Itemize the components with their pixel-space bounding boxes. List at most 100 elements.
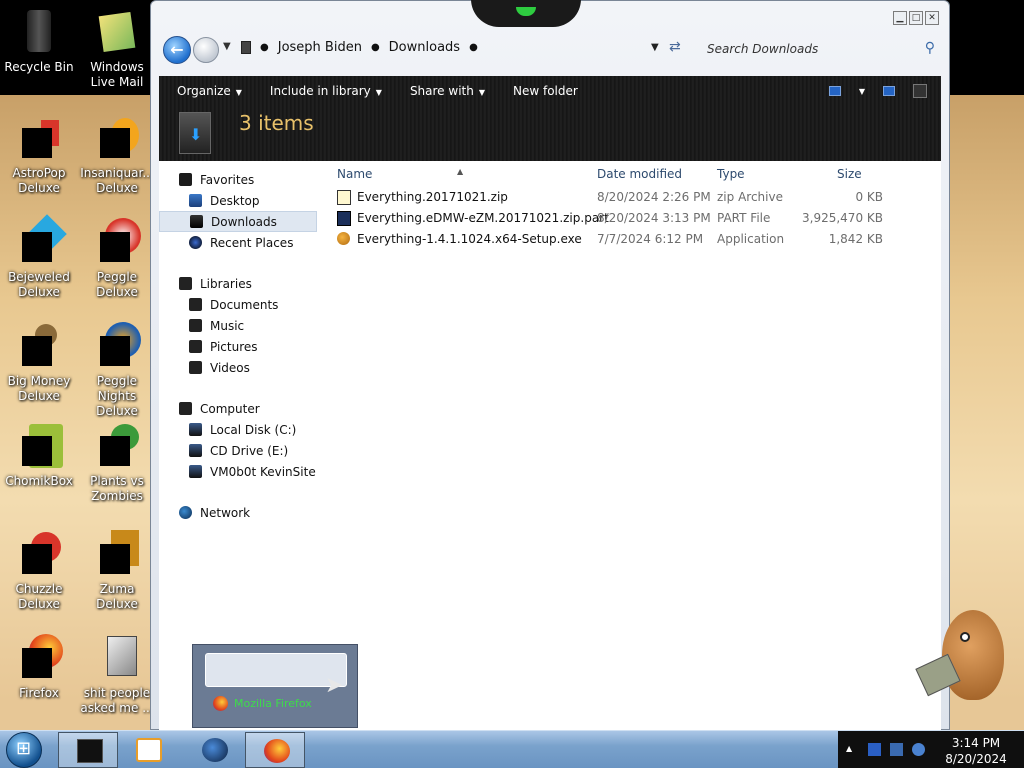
- sidebar-item-computer[interactable]: Computer: [159, 398, 319, 419]
- desktop-icon-plants-vs-zombies[interactable]: Plants vs Zombies: [78, 422, 156, 504]
- file-list: ▲ Name Date modified Type Size Everythin…: [329, 161, 939, 250]
- network-globe-icon: [179, 506, 192, 519]
- sidebar-item-favorites[interactable]: Favorites: [159, 169, 319, 190]
- sidebar-item-network[interactable]: Network: [159, 502, 319, 523]
- desktop-icon-chuzzle[interactable]: Chuzzle Deluxe: [0, 530, 78, 612]
- back-button[interactable]: ←: [163, 36, 191, 64]
- search-input[interactable]: Search Downloads ⚲: [703, 38, 937, 62]
- desktop-icon-bejeweled[interactable]: Bejeweled Deluxe: [0, 214, 78, 300]
- preview-pane-icon[interactable]: [883, 86, 895, 96]
- sidebar-item-desktop[interactable]: Desktop: [159, 190, 319, 211]
- breadcrumb-joseph-biden[interactable]: Joseph Biden: [278, 40, 362, 55]
- column-header-date-modified[interactable]: Date modified: [597, 167, 682, 181]
- sort-indicator-icon: ▲: [457, 167, 464, 176]
- taskbar: ▲ 3:14 PM 8/20/2024: [0, 730, 1024, 768]
- sidebar-item-libraries[interactable]: Libraries: [159, 273, 319, 294]
- sidebar-item-documents[interactable]: Documents: [159, 294, 319, 315]
- downloads-icon: [190, 215, 203, 228]
- taskbar-media-player[interactable]: [118, 732, 178, 768]
- breadcrumb-separator-icon[interactable]: ●: [260, 42, 269, 53]
- taskbar-thumbnail-preview[interactable]: ➤ Mozilla Firefox: [192, 644, 358, 728]
- preview-label: Mozilla Firefox: [234, 697, 312, 710]
- chuzzle-icon: [15, 530, 63, 578]
- organize-button[interactable]: Organize ▼: [177, 84, 242, 98]
- taskbar-explorer[interactable]: [58, 732, 118, 768]
- breadcrumb-downloads[interactable]: Downloads: [389, 40, 460, 55]
- sidebar-item-downloads[interactable]: Downloads: [159, 211, 317, 232]
- maximize-button[interactable]: □: [909, 11, 923, 25]
- chomikbox-icon: [15, 422, 63, 470]
- close-button[interactable]: ✕: [925, 11, 939, 25]
- breadcrumb-separator-icon[interactable]: ●: [469, 42, 478, 53]
- desktop-icon-recycle-bin[interactable]: Recycle Bin: [0, 8, 78, 75]
- astropop-icon: [15, 114, 63, 162]
- sidebar-item-music[interactable]: Music: [159, 315, 319, 336]
- desktop-icon-insaniquarium[interactable]: Insaniquar... Deluxe: [78, 114, 156, 196]
- desktop-icon-firefox[interactable]: Firefox: [0, 634, 78, 701]
- view-dropdown-icon[interactable]: ▼: [859, 87, 865, 96]
- file-list-header: ▲ Name Date modified Type Size: [329, 161, 939, 187]
- desktop-icon-windows-live-mail[interactable]: Windows Live Mail: [78, 8, 156, 90]
- history-dropdown-icon[interactable]: ▼: [223, 41, 231, 52]
- share-with-button[interactable]: Share with ▼: [410, 84, 485, 98]
- address-dropdown-icon[interactable]: ▼: [651, 42, 659, 53]
- computer-icon: [179, 402, 192, 415]
- desktop-icon-shit-people-asked-me[interactable]: shit people asked me ...: [78, 634, 156, 716]
- forward-button[interactable]: [193, 37, 219, 63]
- insaniquarium-icon: [93, 114, 141, 162]
- hard-disk-icon: [189, 423, 202, 436]
- folder-icon: [93, 634, 141, 682]
- desktop-icon-chomikbox[interactable]: ChomikBox: [0, 422, 78, 489]
- recent-places-icon: [189, 236, 202, 249]
- volume-icon[interactable]: [912, 743, 925, 756]
- view-icon[interactable]: [828, 86, 841, 96]
- desktop-icon: [189, 194, 202, 207]
- column-header-size[interactable]: Size: [837, 167, 862, 181]
- chevron-down-icon: ▼: [375, 88, 382, 97]
- minimize-button[interactable]: ▁: [893, 11, 907, 25]
- chevron-down-icon: ▼: [235, 88, 242, 97]
- desktop-icon-peggle-nights[interactable]: Peggle Nights Deluxe: [78, 322, 156, 419]
- search-placeholder: Search Downloads: [707, 42, 819, 56]
- sidebar-item-cd-drive[interactable]: CD Drive (E:): [159, 440, 319, 461]
- tray-app-icon[interactable]: [868, 743, 881, 756]
- sidebar-item-network-share[interactable]: VM0b0t KevinSite: [159, 461, 319, 482]
- libraries-icon: [179, 277, 192, 290]
- breadcrumb-separator-icon[interactable]: ●: [371, 42, 380, 53]
- globe-icon: [202, 738, 228, 762]
- help-icon[interactable]: [913, 84, 927, 98]
- sidebar-item-videos[interactable]: Videos: [159, 357, 319, 378]
- plants-vs-zombies-icon: [93, 422, 141, 470]
- peggle-nights-icon: [93, 322, 141, 370]
- search-icon[interactable]: ⚲: [925, 40, 935, 56]
- window-controls: ▁ □ ✕: [893, 11, 939, 25]
- command-bar: Organize ▼ Include in library ▼ Share with…: [159, 76, 941, 161]
- include-in-library-button[interactable]: Include in library ▼: [270, 84, 382, 98]
- firefox-icon: [213, 696, 228, 711]
- new-folder-button[interactable]: New folder: [513, 84, 578, 98]
- sidebar-item-pictures[interactable]: Pictures: [159, 336, 319, 357]
- start-button[interactable]: [6, 732, 42, 768]
- file-row[interactable]: Everything.20171021.zip 8/20/2024 2:26 P…: [337, 187, 927, 208]
- sidebar-item-recent-places[interactable]: Recent Places: [159, 232, 319, 253]
- column-header-type[interactable]: Type: [717, 167, 745, 181]
- refresh-icon[interactable]: ⇄: [669, 39, 681, 55]
- taskbar-globe-app[interactable]: [184, 732, 244, 768]
- file-row[interactable]: Everything-1.4.1.1024.x64-Setup.exe 7/7/…: [337, 229, 927, 250]
- videos-icon: [189, 361, 202, 374]
- desktop-icon-zuma[interactable]: Zuma Deluxe: [78, 530, 156, 612]
- show-hidden-icons-icon[interactable]: ▲: [846, 744, 852, 753]
- favorites-star-icon: [179, 173, 192, 186]
- peggle-icon: [93, 218, 141, 266]
- file-row[interactable]: Everything.eDMW-eZM.20171021.zip.part 8/…: [337, 208, 927, 229]
- clock-time: 3:14 PM: [951, 736, 1001, 750]
- clock[interactable]: 3:14 PM 8/20/2024: [938, 735, 1014, 767]
- column-header-name[interactable]: Name: [337, 167, 372, 181]
- desktop-icon-peggle[interactable]: Peggle Deluxe: [78, 218, 156, 300]
- desktop-icon-big-money[interactable]: Big Money Deluxe: [0, 322, 78, 404]
- taskbar-firefox[interactable]: [245, 732, 305, 768]
- desktop-icon-astropop[interactable]: AstroPop Deluxe: [0, 114, 78, 196]
- network-icon[interactable]: [890, 743, 903, 756]
- sidebar-item-local-disk[interactable]: Local Disk (C:): [159, 419, 319, 440]
- cursor-arrow-icon: ➤: [325, 673, 344, 698]
